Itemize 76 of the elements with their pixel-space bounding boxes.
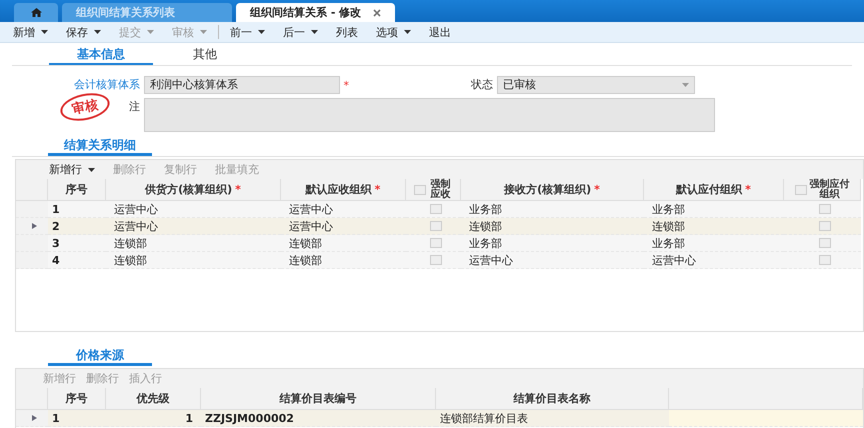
column-header: 结算价目表名称 xyxy=(514,391,590,406)
table-cell: 运营中心 xyxy=(106,218,281,235)
toolbar-button[interactable]: 新增 xyxy=(4,23,57,41)
table-cell: 运营中心 xyxy=(106,201,281,218)
column-header: 强制应收 xyxy=(430,180,452,200)
table-cell: 连锁部 xyxy=(281,235,406,252)
header-checkbox[interactable] xyxy=(414,184,426,194)
table-cell: 运营中心 xyxy=(281,218,406,235)
grid-action-button[interactable]: 新增行 xyxy=(40,162,104,177)
column-header: 供货方(核算组织) xyxy=(145,182,232,197)
table-cell: 4 xyxy=(48,252,106,269)
remark-field[interactable] xyxy=(144,98,715,132)
required-mark: * xyxy=(594,183,600,196)
checkbox[interactable] xyxy=(430,238,442,248)
table-cell: 运营中心 xyxy=(281,201,406,218)
checkbox[interactable] xyxy=(430,221,442,231)
close-icon[interactable] xyxy=(373,8,382,16)
table-cell: 1 xyxy=(48,201,106,218)
column-header: 默认应收组织 xyxy=(306,182,372,197)
required-mark: * xyxy=(374,183,380,196)
column-header: 序号 xyxy=(66,391,88,406)
home-icon xyxy=(30,8,42,17)
header-checkbox[interactable] xyxy=(794,184,806,194)
table-cell: 业务部 xyxy=(461,201,644,218)
toolbar-button[interactable]: 前一 xyxy=(221,23,274,41)
caret-icon xyxy=(682,83,689,87)
column-header: 默认应付组织 xyxy=(676,182,742,197)
table-cell: 2 xyxy=(48,218,106,235)
checkbox[interactable] xyxy=(818,204,830,214)
required-mark: * xyxy=(235,183,241,196)
table-cell: 业务部 xyxy=(461,235,644,252)
column-header: 接收方(核算组织) xyxy=(504,182,592,197)
table-cell: 业务部 xyxy=(644,201,784,218)
column-header: 强制应付组织 xyxy=(810,180,850,200)
table-cell: 连锁部 xyxy=(281,252,406,269)
form-tab[interactable]: 基本信息 xyxy=(49,45,153,65)
status-dropdown[interactable]: 已审核 xyxy=(497,76,695,94)
home-tab[interactable] xyxy=(14,3,58,22)
row-header[interactable] xyxy=(16,410,48,427)
table-cell: 连锁部结算价目表 xyxy=(436,410,669,427)
checkbox[interactable] xyxy=(818,255,830,265)
field-label-link[interactable]: 会计核算体系 xyxy=(74,78,140,91)
toolbar-button[interactable]: 选项 xyxy=(367,23,420,41)
table-cell: 运营中心 xyxy=(644,252,784,269)
table-cell: 连锁部 xyxy=(106,235,281,252)
row-header[interactable] xyxy=(16,218,48,235)
table-cell: 1 xyxy=(48,410,106,427)
toolbar-button[interactable]: 后一 xyxy=(274,23,327,41)
checkbox[interactable] xyxy=(818,238,830,248)
required-mark: * xyxy=(745,183,751,196)
column-header: 结算价目表编号 xyxy=(280,391,356,406)
form-tab[interactable]: 其他 xyxy=(153,45,257,65)
table-cell: 连锁部 xyxy=(461,218,644,235)
toolbar-button[interactable]: 退出 xyxy=(420,23,460,41)
table-cell: 3 xyxy=(48,235,106,252)
table-cell: ZZJSJM000002 xyxy=(201,410,436,427)
table-cell: 运营中心 xyxy=(461,252,644,269)
field-label: 状态 xyxy=(471,78,493,91)
table-cell: 业务部 xyxy=(644,235,784,252)
tab-label: 组织间结算关系列表 xyxy=(76,5,175,20)
checkbox[interactable] xyxy=(818,221,830,231)
accounting-system-field[interactable]: 利润中心核算体系 xyxy=(144,76,340,94)
table-cell: 1 xyxy=(106,410,201,427)
column-header: 序号 xyxy=(66,182,88,197)
section-title: 结算关系明细 xyxy=(48,137,152,156)
column-header: 优先级 xyxy=(136,391,170,406)
checkbox[interactable] xyxy=(430,204,442,214)
table-cell: 连锁部 xyxy=(644,218,784,235)
toolbar-button[interactable]: 保存 xyxy=(57,23,110,41)
tab-label: 组织间结算关系 - 修改 xyxy=(250,5,362,20)
field-label: 注 xyxy=(129,100,140,113)
window-tab[interactable]: 组织间结算关系 - 修改 xyxy=(236,3,396,22)
required-mark: * xyxy=(344,78,349,92)
table-cell: 连锁部 xyxy=(106,252,281,269)
checkbox[interactable] xyxy=(430,255,442,265)
toolbar-button[interactable]: 列表 xyxy=(327,23,367,41)
